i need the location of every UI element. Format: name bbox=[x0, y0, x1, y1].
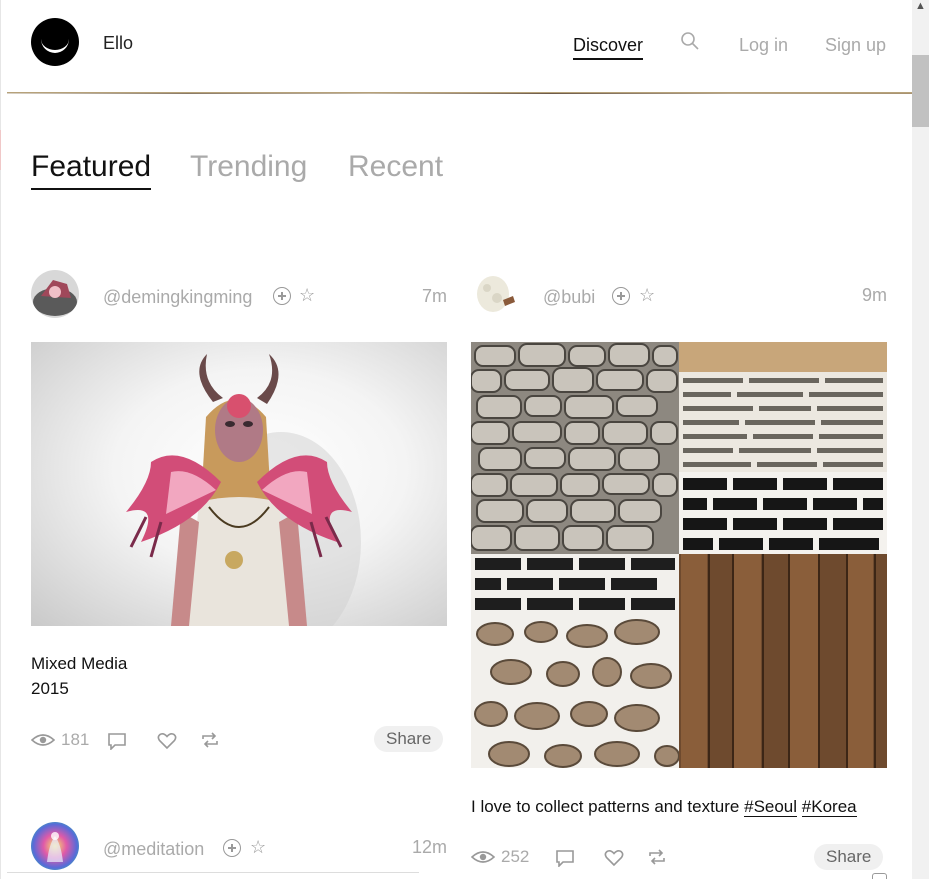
avatar-image bbox=[31, 270, 79, 318]
chat-icon[interactable] bbox=[872, 873, 887, 879]
ello-logo[interactable] bbox=[31, 18, 79, 66]
add-icon[interactable] bbox=[612, 287, 630, 305]
post-image[interactable] bbox=[31, 342, 447, 626]
view-count: 252 bbox=[501, 847, 530, 866]
scrollbar-track[interactable] bbox=[912, 0, 929, 879]
star-icon[interactable]: ☆ bbox=[250, 838, 266, 856]
star-icon[interactable]: ☆ bbox=[299, 286, 315, 304]
avatar[interactable] bbox=[31, 822, 79, 870]
hashtag-link[interactable]: #Seoul bbox=[744, 797, 798, 817]
brand-name[interactable]: Ello bbox=[103, 33, 133, 54]
hashtag-link[interactable]: #Korea bbox=[801, 797, 857, 817]
nav-login[interactable]: Log in bbox=[739, 35, 788, 56]
page: Ello Discover Log in Sign up Featured Tr… bbox=[0, 0, 912, 879]
post-text-line: 2015 bbox=[31, 679, 69, 698]
post-username[interactable]: @meditation bbox=[103, 839, 204, 860]
post-username[interactable]: @demingkingming bbox=[103, 287, 252, 308]
share-button[interactable]: Share bbox=[814, 844, 884, 870]
repost-icon[interactable] bbox=[200, 731, 220, 749]
search-icon[interactable] bbox=[680, 31, 700, 51]
star-icon[interactable]: ☆ bbox=[639, 286, 655, 304]
eye-icon bbox=[471, 851, 495, 863]
scrollbar-thumb[interactable] bbox=[912, 55, 929, 127]
repost-icon[interactable] bbox=[647, 848, 667, 866]
add-icon[interactable] bbox=[223, 839, 241, 857]
divider bbox=[7, 872, 419, 873]
avatar-image bbox=[471, 270, 519, 318]
post-text: I love to collect patterns and texture #… bbox=[471, 794, 857, 819]
post-username[interactable]: @bubi bbox=[543, 287, 595, 308]
post-image[interactable] bbox=[471, 342, 887, 768]
post-text: Mixed Media 2015 bbox=[31, 651, 127, 701]
heart-icon[interactable] bbox=[157, 732, 177, 750]
post-time: 7m bbox=[421, 286, 447, 306]
comment-icon[interactable] bbox=[107, 732, 127, 750]
nav-discover[interactable]: Discover bbox=[573, 35, 644, 60]
post-time: 9m bbox=[861, 285, 887, 305]
avatar[interactable] bbox=[31, 270, 79, 318]
nav-signup[interactable]: Sign up bbox=[825, 35, 886, 56]
tab-featured[interactable]: Featured bbox=[31, 150, 152, 190]
avatar[interactable] bbox=[471, 270, 519, 318]
tab-recent[interactable]: Recent bbox=[348, 150, 443, 184]
post-time: 12m bbox=[411, 837, 447, 857]
scroll-up-arrow-icon[interactable]: ▲ bbox=[914, 0, 927, 12]
add-icon[interactable] bbox=[273, 287, 291, 305]
view-count: 181 bbox=[61, 730, 90, 749]
tab-trending[interactable]: Trending bbox=[190, 150, 307, 184]
post-caption: I love to collect patterns and texture bbox=[471, 797, 740, 816]
comment-icon[interactable] bbox=[555, 849, 575, 867]
heart-icon[interactable] bbox=[604, 849, 624, 867]
share-button[interactable]: Share bbox=[374, 726, 444, 752]
avatar-image bbox=[31, 822, 79, 870]
eye-icon bbox=[31, 734, 55, 746]
post-text-line: Mixed Media bbox=[31, 654, 128, 673]
